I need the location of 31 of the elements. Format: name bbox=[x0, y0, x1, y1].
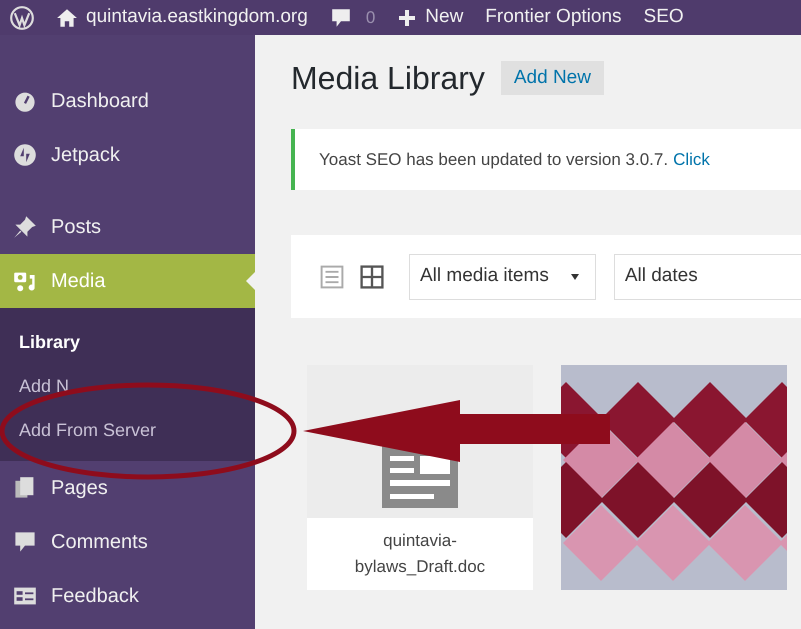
filter-dropdown[interactable]: All media items bbox=[409, 254, 596, 300]
sidebar-item[interactable]: Dashboard bbox=[0, 74, 255, 128]
sidebar-item[interactable]: Jetpack bbox=[0, 128, 255, 182]
sidebar-item[interactable]: Posts bbox=[0, 200, 255, 254]
grid-view-button[interactable] bbox=[359, 264, 385, 290]
bolt-circle-icon bbox=[13, 143, 37, 167]
wordpress-logo-icon bbox=[10, 6, 34, 30]
speech-bubble-icon bbox=[330, 6, 352, 28]
notice-link[interactable]: Click bbox=[673, 146, 710, 172]
submenu-item[interactable]: Library bbox=[0, 320, 255, 364]
filter-dropdown[interactable]: All dates bbox=[614, 254, 801, 300]
sidebar-item[interactable]: Feedback bbox=[0, 569, 255, 623]
file-name: quintavia-bylaws_Draft.doc bbox=[354, 530, 486, 578]
logo-link[interactable] bbox=[10, 6, 34, 30]
grid-icon bbox=[359, 264, 385, 290]
site-link[interactable]: quintavia.eastkingdom.org bbox=[56, 3, 308, 32]
toolbar-link[interactable]: Frontier Options bbox=[485, 3, 622, 32]
plus-icon bbox=[397, 8, 418, 28]
pushpin-icon bbox=[13, 215, 37, 239]
menu-pointer-icon bbox=[246, 272, 255, 290]
notice-text: Yoast SEO has been updated to version 3.0.7. bbox=[319, 148, 668, 171]
list-icon bbox=[319, 264, 345, 290]
new-link[interactable]: New bbox=[397, 3, 464, 32]
home-icon bbox=[56, 6, 78, 28]
sidebar-item[interactable]: Comments bbox=[0, 515, 255, 569]
page-title: Media Library bbox=[291, 59, 485, 98]
speech-bubble-icon bbox=[13, 530, 37, 554]
sidebar-item[interactable]: Pages bbox=[0, 461, 255, 515]
submenu-item[interactable]: Add From Server bbox=[0, 408, 255, 452]
add-new-button[interactable]: Add New bbox=[500, 60, 604, 96]
toolbar-link[interactable]: SEO bbox=[644, 3, 684, 32]
